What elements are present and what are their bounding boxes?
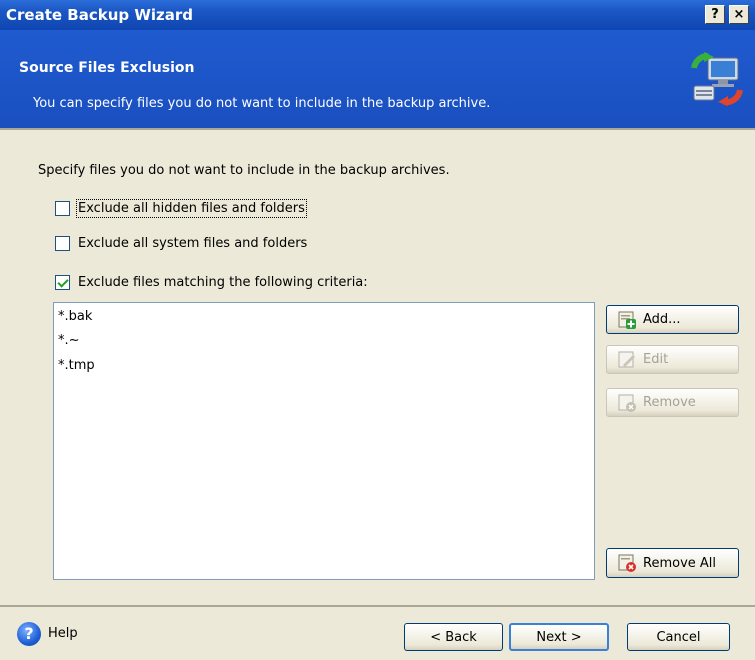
exclude-system-checkbox[interactable]: [55, 236, 70, 251]
context-help-button[interactable]: ?: [705, 5, 725, 24]
add-file-icon: [618, 311, 636, 329]
exclude-criteria-checkbox[interactable]: [55, 275, 70, 290]
window-title: Create Backup Wizard: [6, 6, 194, 24]
footer-divider: [0, 605, 755, 607]
edit-pencil-icon: [618, 351, 635, 367]
step-title: Source Files Exclusion: [19, 60, 195, 76]
back-button-label: < Back: [430, 629, 477, 645]
title-bar: Create Backup Wizard ? ×: [0, 0, 755, 30]
criteria-list[interactable]: *.bak *.~ *.tmp: [53, 302, 595, 580]
add-button[interactable]: Add...: [606, 305, 739, 334]
help-link[interactable]: Help: [48, 626, 78, 641]
step-subtitle: You can specify files you do not want to…: [33, 96, 491, 111]
next-button-label: Next >: [536, 629, 582, 645]
remove-all-icon: [618, 554, 636, 572]
exclude-system-label[interactable]: Exclude all system files and folders: [78, 236, 307, 251]
edit-button[interactable]: Edit: [606, 345, 739, 374]
exclude-criteria-option[interactable]: Exclude files matching the following cri…: [55, 275, 368, 290]
remove-button[interactable]: Remove: [606, 388, 739, 417]
edit-button-label: Edit: [643, 352, 669, 367]
backup-computer-icon: [691, 52, 743, 106]
cancel-button[interactable]: Cancel: [627, 623, 730, 651]
wizard-header: Source Files Exclusion You can specify f…: [0, 30, 755, 128]
back-button[interactable]: < Back: [404, 623, 503, 651]
remove-button-label: Remove: [643, 395, 696, 410]
header-divider: [0, 128, 755, 130]
exclude-system-option[interactable]: Exclude all system files and folders: [55, 236, 307, 251]
instructions-text: Specify files you do not want to include…: [38, 163, 450, 178]
exclude-hidden-label[interactable]: Exclude all hidden files and folders: [76, 199, 307, 218]
remove-all-button-label: Remove All: [643, 555, 717, 571]
help-icon[interactable]: ?: [17, 622, 41, 646]
exclude-hidden-checkbox[interactable]: [55, 201, 70, 216]
list-item[interactable]: *.bak: [58, 309, 92, 324]
list-item[interactable]: *.tmp: [58, 358, 95, 373]
next-button[interactable]: Next >: [509, 623, 609, 651]
remove-all-button[interactable]: Remove All: [606, 548, 739, 578]
close-button[interactable]: ×: [729, 5, 749, 24]
cancel-button-label: Cancel: [656, 629, 701, 645]
exclude-criteria-label[interactable]: Exclude files matching the following cri…: [78, 275, 368, 290]
remove-file-icon: [618, 394, 636, 412]
add-button-label: Add...: [643, 312, 681, 327]
exclude-hidden-option[interactable]: Exclude all hidden files and folders: [55, 199, 307, 218]
list-item[interactable]: *.~: [58, 333, 80, 348]
